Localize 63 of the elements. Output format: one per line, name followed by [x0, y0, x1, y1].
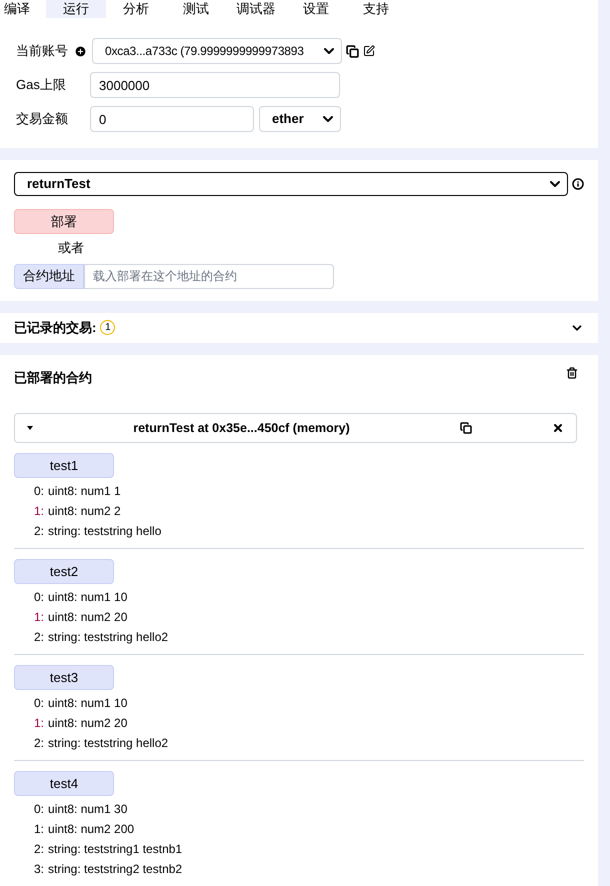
tab[interactable]: 编译 [0, 0, 46, 18]
output-value: string: teststring hello [48, 523, 162, 540]
output-index: 2: [34, 523, 44, 540]
unit-select[interactable]: ether [259, 106, 341, 132]
function-button[interactable]: test2 [14, 559, 114, 584]
section-title: 已部署的合约 [14, 368, 93, 386]
triangle-down-icon[interactable] [27, 426, 33, 430]
output-value: uint8: num2 2 [48, 503, 121, 520]
output-index: 1: [34, 821, 44, 838]
tab[interactable]: 设置 [286, 0, 346, 18]
output-index: 0: [34, 589, 44, 606]
output-value: string: teststring2 testnb2 [48, 861, 182, 878]
edit-icon[interactable] [363, 45, 375, 57]
info-icon[interactable] [572, 178, 584, 190]
field-label: Gas上限 [16, 76, 67, 94]
output-value: uint8: num2 200 [48, 821, 134, 838]
tab[interactable]: 调试器 [226, 0, 286, 18]
output-index: 1: [34, 503, 44, 520]
at-address-button[interactable]: 合约地址 [14, 264, 84, 288]
output-value: uint8: num1 10 [48, 589, 128, 606]
tab[interactable]: 运行 [46, 0, 106, 18]
field-label: 当前账号 [16, 42, 69, 60]
address-field[interactable]: 载入部署在这个地址的合约 [84, 264, 334, 288]
instance-title: returnTest at 0x35e...450cf (memory) [132, 420, 351, 437]
trash-icon[interactable] [566, 366, 578, 378]
output-index: 2: [34, 841, 44, 858]
output-index: 2: [34, 735, 44, 752]
field-label: 交易金额 [16, 110, 69, 128]
account-value: 0xca3...a733c (79.9999999999973893 [105, 43, 305, 60]
output-index: 0: [34, 801, 44, 818]
output-value: string: teststring1 testnb1 [48, 841, 182, 858]
output-index: 0: [34, 695, 44, 712]
output-index: 0: [34, 483, 44, 500]
output-value: uint8: num1 1 [48, 483, 121, 500]
value-field[interactable]: 0 [90, 106, 254, 132]
output-value: string: teststring hello2 [48, 735, 168, 752]
output-index: 1: [34, 609, 44, 626]
output-value: uint8: num2 20 [48, 715, 128, 732]
plus-circle-icon[interactable] [74, 44, 87, 58]
deploy-button[interactable]: 部署 [14, 209, 114, 234]
function-button[interactable]: test4 [14, 771, 114, 796]
copy-icon[interactable] [460, 422, 472, 434]
gas-limit-field[interactable]: 3000000 [90, 72, 340, 98]
section-title: 已记录的交易: [14, 318, 96, 337]
close-icon[interactable] [552, 422, 564, 434]
output-index: 2: [34, 629, 44, 646]
count-badge: 1 [100, 320, 116, 335]
tab[interactable]: 测试 [166, 0, 226, 18]
output-value: uint8: num1 10 [48, 695, 128, 712]
instance-header[interactable]: returnTest at 0x35e...450cf (memory) [14, 413, 577, 443]
output-index: 3: [34, 861, 44, 878]
or-label: 或者 [58, 239, 85, 257]
contract-select[interactable]: returnTest [14, 172, 568, 196]
output-value: uint8: num1 30 [48, 801, 128, 818]
function-button[interactable]: test3 [14, 665, 114, 690]
output-value: uint8: num2 20 [48, 609, 128, 626]
account-select[interactable]: 0xca3...a733c (79.9999999999973893 [92, 38, 342, 64]
output-value: string: teststring hello2 [48, 629, 168, 646]
tab[interactable]: 支持 [346, 0, 406, 18]
tab[interactable]: 分析 [106, 0, 166, 18]
function-button[interactable]: test1 [14, 453, 114, 478]
copy-icon[interactable] [346, 44, 359, 58]
output-index: 1: [34, 715, 44, 732]
